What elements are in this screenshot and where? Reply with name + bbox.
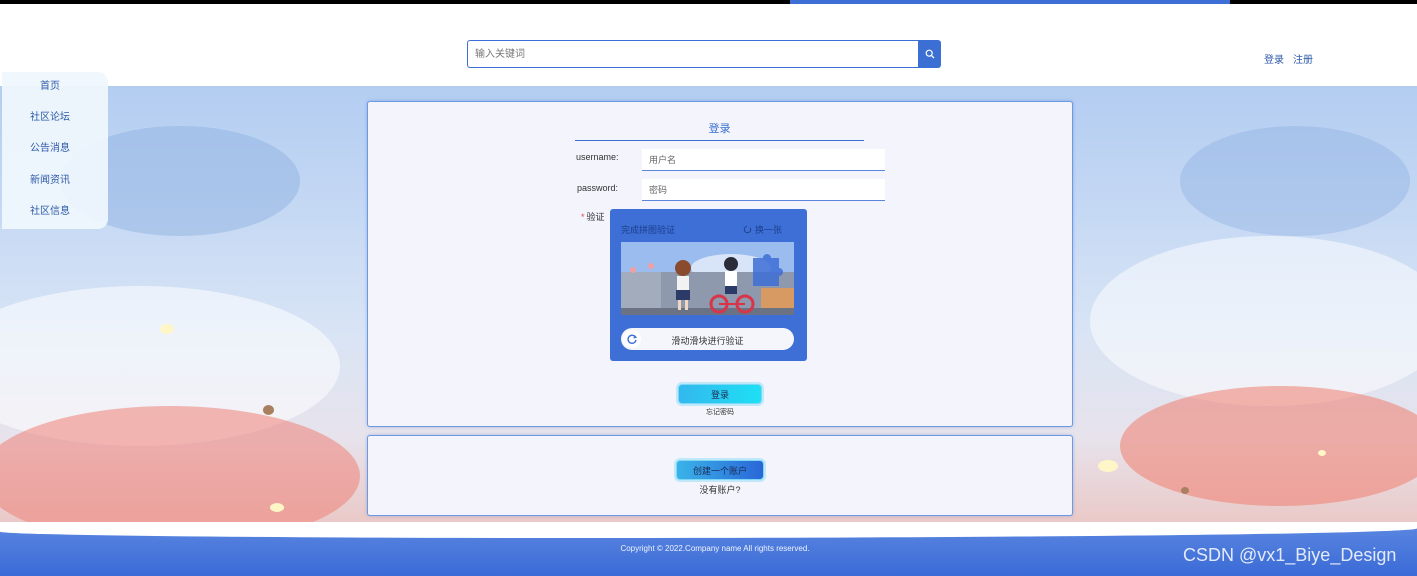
- search-icon: [925, 49, 934, 59]
- password-input[interactable]: [642, 179, 885, 201]
- login-link[interactable]: 登录: [1264, 51, 1284, 66]
- puzzle-captcha: 完成拼图验证 换一张 滑动滑块进行验证: [610, 209, 807, 361]
- decorative-dot: [1181, 487, 1189, 494]
- captcha-slider-text: 滑动滑块进行验证: [671, 336, 744, 346]
- login-title: 登录: [575, 120, 864, 141]
- cloud-shape: [0, 406, 360, 526]
- password-label: password:: [577, 183, 619, 193]
- sidebar-item-community-info[interactable]: 社区信息: [2, 202, 98, 217]
- forgot-password-link[interactable]: 忘记密码: [690, 407, 750, 417]
- sidebar-item-forum[interactable]: 社区论坛: [2, 108, 98, 123]
- login-button[interactable]: 登录: [678, 384, 762, 404]
- sidebar-item-news[interactable]: 新闻资讯: [2, 171, 98, 186]
- required-mark: *: [581, 212, 585, 222]
- captcha-heading: 完成拼图验证: [621, 225, 676, 235]
- sidebar-item-home[interactable]: 首页: [2, 77, 98, 92]
- refresh-arrow-icon: [627, 334, 638, 344]
- captcha-label-text: 验证: [586, 212, 605, 222]
- captcha-refresh-label: 换一张: [755, 225, 783, 235]
- decorative-dot: [160, 324, 174, 334]
- captcha-puzzle-image: [621, 242, 794, 315]
- decorative-dot: [263, 405, 274, 415]
- cloud-shape: [1090, 236, 1417, 406]
- captcha-label: * 验证: [581, 210, 605, 223]
- decorative-dot: [270, 503, 284, 512]
- search-bar: [467, 40, 941, 68]
- no-account-text: 没有账户?: [699, 485, 741, 495]
- search-button[interactable]: [918, 40, 941, 68]
- cloud-shape: [1180, 126, 1410, 236]
- register-link[interactable]: 注册: [1293, 51, 1313, 66]
- cloud-shape: [1120, 386, 1417, 506]
- sidebar-item-announcements[interactable]: 公告消息: [2, 139, 98, 154]
- decorative-dot: [1318, 450, 1326, 456]
- captcha-slider-track: 滑动滑块进行验证: [621, 328, 794, 350]
- auth-links: 登录 注册: [1264, 51, 1313, 66]
- search-input[interactable]: [467, 40, 918, 68]
- username-input[interactable]: [642, 149, 885, 171]
- captcha-slider-handle[interactable]: [623, 330, 641, 348]
- refresh-icon: [743, 225, 752, 234]
- sidebar-nav: 首页 社区论坛 公告消息 新闻资讯 社区信息: [2, 72, 108, 229]
- create-account-button[interactable]: 创建一个账户: [676, 460, 764, 480]
- puzzle-illustration: [621, 242, 794, 315]
- watermark-text: CSDN @vx1_Biye_Design: [1183, 545, 1397, 565]
- captcha-refresh-button[interactable]: 换一张: [743, 223, 782, 236]
- decorative-dot: [1098, 460, 1118, 472]
- username-label: username:: [576, 152, 619, 162]
